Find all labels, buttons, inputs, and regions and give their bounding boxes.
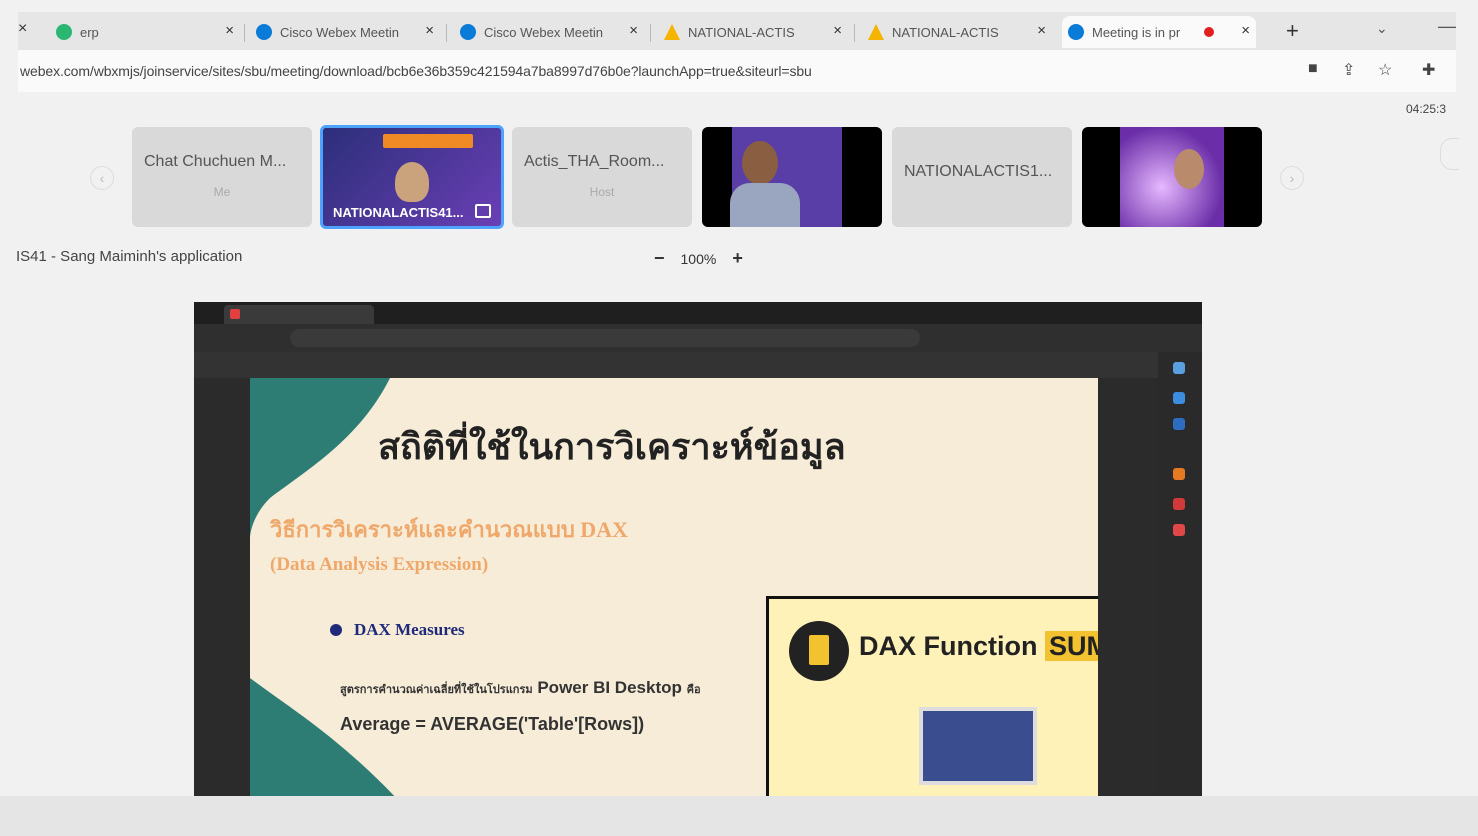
participant-name: NATIONALACTIS41... xyxy=(333,205,464,220)
zoom-out-button[interactable]: − xyxy=(654,248,665,269)
shared-application-title: IS41 - Sang Maiminh's application xyxy=(16,248,243,265)
participant-role: Host xyxy=(589,185,615,199)
participant-tile-video-2[interactable] xyxy=(1082,127,1262,227)
shared-tab-pdf-icon xyxy=(230,309,240,319)
slide-title: สถิติที่ใช้ในการวิเคราะห์ข้อมูล xyxy=(378,426,846,468)
share-screen-icon xyxy=(475,204,491,218)
tab-webex-2[interactable]: Cisco Webex Meetin × xyxy=(454,16,644,48)
webex-icon xyxy=(1068,24,1084,40)
url-input[interactable]: webex.com/wbxmjs/joinservice/sites/sbu/m… xyxy=(20,63,1120,79)
tab-search-chevron-icon[interactable]: ⌄ xyxy=(1376,20,1388,37)
formula-prefix: สูตรการคำนวณค่าเฉลี่ยที่ใช้ในโปรแกรม xyxy=(340,684,533,696)
share-icon[interactable]: ⇪ xyxy=(1342,60,1355,80)
dax-card: DAX Function SUM xyxy=(766,596,1098,802)
bottom-overlay xyxy=(0,796,1478,836)
tab-title: erp xyxy=(80,24,99,40)
tab-title: NATIONAL-ACTIS xyxy=(688,24,795,40)
strip-prev-chevron-icon[interactable]: ‹ xyxy=(90,166,114,190)
power-bi-logo-icon xyxy=(789,621,849,681)
webex-icon xyxy=(460,24,476,40)
monitor-illustration xyxy=(919,707,1037,785)
zoom-level: 100% xyxy=(680,250,717,267)
formula-description: สูตรการคำนวณค่าเฉลี่ยที่ใช้ในโปรแกรม Pow… xyxy=(340,678,701,698)
site-icon xyxy=(56,24,72,40)
participant-tile-me[interactable]: Chat Chuchuen M... Me xyxy=(132,127,312,227)
meeting-timer: 04:25:3 xyxy=(1406,102,1447,116)
video-background xyxy=(1120,127,1224,227)
webex-icon xyxy=(256,24,272,40)
recording-icon xyxy=(1204,27,1214,37)
strip-next-chevron-icon[interactable]: › xyxy=(1280,166,1304,190)
formula-app: Power BI Desktop xyxy=(537,678,682,697)
formula-text: Average = AVERAGE('Table'[Rows]) xyxy=(340,714,645,734)
person-silhouette xyxy=(742,141,778,185)
presenter-avatar xyxy=(395,162,429,202)
sidebar-app-icon xyxy=(1173,498,1185,510)
participant-name: Actis_THA_Room... xyxy=(524,153,665,170)
presenter-badge xyxy=(383,134,473,148)
participant-tile-video[interactable] xyxy=(702,127,882,227)
zoom-in-button[interactable]: + xyxy=(732,248,743,269)
minimize-icon[interactable]: — xyxy=(1438,16,1456,37)
slide-subtitle-2: (Data Analysis Expression) xyxy=(270,554,489,575)
presentation-slide: สถิติที่ใช้ในการวิเคราะห์ข้อมูล วิธีการว… xyxy=(250,378,1098,802)
side-panel-handle[interactable] xyxy=(1440,138,1459,170)
sidebar-app-icon xyxy=(1173,468,1185,480)
close-tab-icon[interactable]: × xyxy=(225,22,234,39)
shared-sidebar xyxy=(1158,352,1202,802)
bookmark-star-icon[interactable]: ☆ xyxy=(1378,60,1392,80)
tab-national-actis-1[interactable]: NATIONAL-ACTIS × xyxy=(658,16,848,48)
camera-icon[interactable]: ■ xyxy=(1308,60,1318,78)
person-silhouette xyxy=(1174,149,1204,189)
tab-title: Meeting is in pr xyxy=(1092,24,1181,40)
sidebar-app-icon xyxy=(1173,524,1185,536)
address-bar: webex.com/wbxmjs/joinservice/sites/sbu/m… xyxy=(18,50,1456,92)
participant-tile-active-speaker[interactable]: NATIONALACTIS41... xyxy=(320,125,504,229)
close-tab-icon[interactable]: × xyxy=(18,20,27,38)
tab-title: Cisco Webex Meetin xyxy=(280,24,399,40)
drive-icon xyxy=(868,24,884,40)
close-tab-icon[interactable]: × xyxy=(1241,22,1250,39)
shared-browser-tabs xyxy=(194,302,1202,324)
dax-card-highlight: SUM xyxy=(1045,631,1098,661)
drive-icon xyxy=(664,24,680,40)
participant-name: NATIONALACTIS1... xyxy=(904,163,1053,180)
participant-role: Me xyxy=(213,185,231,199)
tab-national-actis-2[interactable]: NATIONAL-ACTIS × xyxy=(862,16,1052,48)
browser-tab-strip: × erp × Cisco Webex Meetin × Cisco Webex… xyxy=(18,12,1456,50)
tab-title: Cisco Webex Meetin xyxy=(484,24,603,40)
extensions-icon[interactable]: ✚ xyxy=(1422,60,1435,80)
bullet-dot-icon xyxy=(330,624,342,636)
shared-address-bar xyxy=(194,324,1202,352)
slide-subtitle: วิธีการวิเคราะห์และคำนวณแบบ DAX xyxy=(270,517,628,542)
sidebar-app-icon xyxy=(1173,362,1185,374)
shared-screen: สถิติที่ใช้ในการวิเคราะห์ข้อมูล วิธีการว… xyxy=(194,302,1202,802)
tab-meeting-active[interactable]: Meeting is in pr × xyxy=(1062,16,1256,48)
tab-webex-1[interactable]: Cisco Webex Meetin × xyxy=(250,16,440,48)
dax-card-title: DAX Function SUM xyxy=(859,631,1098,662)
close-tab-icon[interactable]: × xyxy=(629,22,638,39)
tab-title: NATIONAL-ACTIS xyxy=(892,24,999,40)
participant-tile-host[interactable]: Actis_THA_Room... Host xyxy=(512,127,692,227)
close-tab-icon[interactable]: × xyxy=(1037,22,1046,39)
close-tab-icon[interactable]: × xyxy=(425,22,434,39)
participant-name: Chat Chuchuen M... xyxy=(144,153,287,170)
sidebar-app-icon xyxy=(1173,392,1185,404)
pdf-toolbar xyxy=(194,352,1202,378)
formula-suffix: คือ xyxy=(686,684,701,696)
shared-active-tab xyxy=(224,305,374,324)
participant-tile-national-actis[interactable]: NATIONALACTIS1... xyxy=(892,127,1072,227)
bullet-item: DAX Measures xyxy=(330,620,465,640)
sidebar-app-icon xyxy=(1173,418,1185,430)
shared-url xyxy=(290,329,920,347)
close-tab-icon[interactable]: × xyxy=(833,22,842,39)
tab-erp[interactable]: erp × xyxy=(50,16,240,48)
bullet-text: DAX Measures xyxy=(354,620,465,639)
new-tab-button[interactable]: + xyxy=(1286,18,1299,44)
zoom-controls: − 100% + xyxy=(654,248,743,269)
person-shoulders xyxy=(730,183,800,227)
